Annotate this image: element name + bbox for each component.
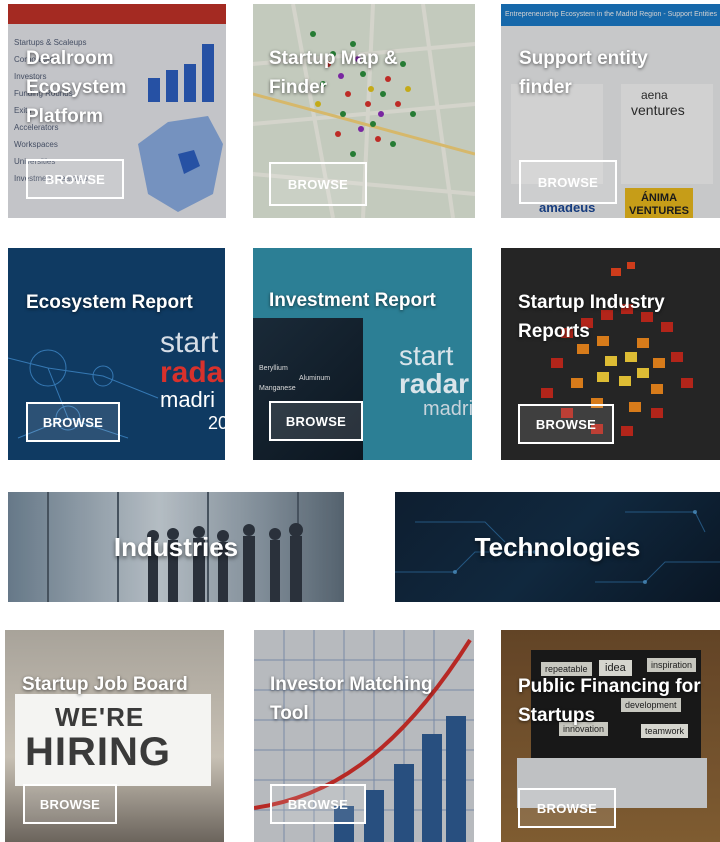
madrid-wordmark: madri — [160, 387, 216, 412]
technologies-title: Technologies — [474, 531, 641, 562]
ticker-manganese: Manganese — [259, 385, 296, 392]
ticker-aluminum: Aluminum — [299, 375, 331, 382]
startup-map-tile[interactable]: Startup Map & Finder BROWSE — [253, 4, 475, 218]
dealroom-tile[interactable]: Startups & Scaleups Corporates Investors… — [8, 4, 226, 218]
sign-were-text: WE'RE — [55, 702, 145, 732]
support-entity-title: Support entity finder — [519, 48, 648, 98]
sign-hiring-text: HIRING — [25, 730, 171, 774]
investment-report-tile[interactable]: Beryllium Aluminum Manganese start radar… — [253, 248, 472, 460]
job-board-browse-button[interactable]: BROWSE — [23, 784, 117, 824]
public-financing-title: Public Financing for Startups — [518, 676, 701, 726]
job-board-title: Startup Job Board — [22, 674, 188, 695]
startup-industry-reports-tile[interactable]: Startup Industry Reports BROWSE — [501, 248, 720, 460]
support-entity-browse-button[interactable]: BROWSE — [519, 160, 617, 204]
ecosystem-report-browse-button[interactable]: BROWSE — [26, 402, 120, 442]
public-financing-tile[interactable]: repeatable idea inspiration development … — [501, 630, 720, 842]
startup-industry-title: Startup Industry Reports — [518, 292, 665, 342]
ecosystem-report-title: Ecosystem Report — [26, 292, 193, 313]
technologies-tile[interactable]: Technologies — [395, 492, 720, 602]
startup-wordmark: start — [160, 326, 219, 359]
ticker-beryllium: Beryllium — [259, 365, 288, 372]
ecosystem-report-tile[interactable]: start radar madri 20 Ecosystem Report BR… — [8, 248, 225, 460]
job-board-tile[interactable]: WE'RE HIRING Startup Job Board BROWSE — [5, 630, 224, 842]
investor-matching-tile[interactable]: Investor Matching Tool BROWSE — [254, 630, 474, 842]
support-entity-tile[interactable]: Entrepreneurship Ecosystem in the Madrid… — [501, 4, 720, 218]
investment-report-title: Investment Report — [269, 290, 436, 311]
startup-industry-browse-button[interactable]: BROWSE — [518, 404, 614, 444]
startup-map-title: Startup Map & Finder — [269, 48, 398, 98]
investor-matching-title: Investor Matching Tool — [270, 674, 433, 724]
year-wordmark: 20 — [208, 413, 225, 433]
startup-wordmark: start — [399, 340, 454, 371]
radar-wordmark: radar — [399, 368, 470, 399]
radar-wordmark: radar — [160, 356, 225, 389]
investment-report-browse-button[interactable]: BROWSE — [269, 401, 363, 441]
investor-matching-browse-button[interactable]: BROWSE — [270, 784, 366, 824]
public-financing-browse-button[interactable]: BROWSE — [518, 788, 616, 828]
madrid-wordmark: madri — [423, 398, 472, 420]
dealroom-title: Dealroom Ecosystem Platform — [26, 48, 127, 127]
dealroom-browse-button[interactable]: BROWSE — [26, 159, 124, 199]
startup-map-browse-button[interactable]: BROWSE — [269, 162, 367, 206]
industries-title: Industries — [113, 531, 239, 562]
industries-tile[interactable]: Industries — [8, 492, 344, 602]
